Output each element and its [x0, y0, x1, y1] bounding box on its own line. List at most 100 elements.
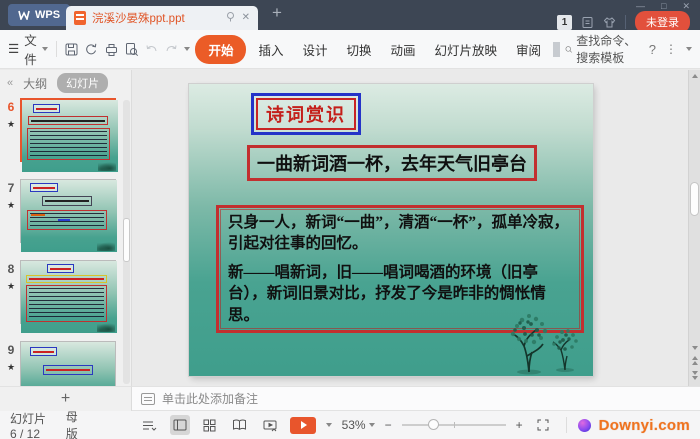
mini-highlight: [31, 214, 45, 216]
slide-canvas[interactable]: 诗词赏识 一曲新词酒一杯，去年天气旧亭台 只身一人，新词“一曲”，清酒“一杯”，…: [189, 84, 593, 376]
zoom-level[interactable]: 53%: [342, 418, 375, 432]
minimize-button[interactable]: —: [636, 2, 645, 11]
mini-slide-7: [21, 180, 117, 252]
slide-thumbnail-7[interactable]: 7 ★: [2, 179, 124, 252]
sidebar-scrollbar-thumb[interactable]: [123, 218, 130, 262]
search-label: 查找命令、搜索模板: [576, 34, 637, 65]
notes-bar[interactable]: 单击此处添加备注: [132, 386, 700, 411]
zoom-out-button[interactable]: −: [385, 419, 392, 431]
tab-animations[interactable]: 动画: [384, 35, 423, 64]
print-button[interactable]: [104, 40, 119, 58]
previous-slide-button[interactable]: [691, 356, 698, 365]
mini-body-box: [27, 128, 110, 160]
pointer-artifact: [553, 41, 560, 57]
tab-close-icon[interactable]: ✕: [242, 13, 250, 23]
master-button[interactable]: 母版: [66, 408, 82, 439]
tab-slides[interactable]: 幻灯片: [57, 73, 109, 93]
tab-slideshow[interactable]: 幻灯片放映: [428, 35, 505, 64]
scroll-up-icon[interactable]: [692, 74, 698, 78]
file-menu-label: 文件: [24, 34, 37, 67]
chevron-down-icon: [41, 47, 48, 51]
slide-nav-buttons: [689, 346, 700, 380]
tab-transitions[interactable]: 切换: [340, 35, 379, 64]
ribbon-right-cluster: 查找命令、搜索模板 ? ⋮: [565, 32, 692, 66]
wps-menu-button[interactable]: WPS: [8, 4, 71, 26]
play-options-dropdown-icon[interactable]: [325, 423, 332, 427]
tab-pin-icon[interactable]: [225, 11, 236, 25]
quick-toolbar-dropdown-icon[interactable]: [184, 47, 191, 51]
maximize-button[interactable]: □: [661, 2, 666, 11]
notes-placeholder: 单击此处添加备注: [162, 392, 259, 406]
slide-number: 7: [7, 181, 15, 195]
share-document-icon[interactable]: [581, 16, 594, 29]
document-tab[interactable]: 浣溪沙晏殊ppt.ppt ✕: [66, 6, 258, 30]
mini-highlight: [58, 219, 70, 221]
scroll-down-icon[interactable]: [691, 346, 698, 350]
save-button[interactable]: [64, 40, 79, 58]
mini-body-box: [27, 210, 107, 230]
collapse-ribbon-icon[interactable]: [686, 47, 692, 51]
mini-question-box: [42, 196, 92, 206]
reading-view-button[interactable]: [230, 415, 250, 435]
file-menu[interactable]: ☰ 文件: [8, 30, 48, 68]
slide-7-meta: 7 ★: [2, 179, 20, 243]
tab-insert[interactable]: 插入: [251, 35, 290, 64]
collapse-panel-icon[interactable]: «: [7, 77, 13, 89]
zoom-in-button[interactable]: +: [516, 419, 523, 431]
zoom-slider-thumb[interactable]: [427, 419, 439, 430]
export-button[interactable]: [84, 40, 99, 58]
more-options-icon[interactable]: ⋮: [665, 43, 677, 55]
undo-button[interactable]: [144, 40, 159, 58]
slide-title-box[interactable]: 诗词赏识: [251, 93, 361, 135]
poem-line-box[interactable]: 一曲新词酒一杯，去年天气旧亭台: [247, 145, 537, 181]
thumbnail-image[interactable]: [20, 179, 117, 252]
tab-home[interactable]: 开始: [195, 34, 247, 64]
tab-review[interactable]: 审阅: [509, 35, 548, 64]
slide-number: 9: [7, 343, 15, 357]
slideshow-setup-button[interactable]: [260, 415, 280, 435]
trees-decoration: [510, 314, 578, 375]
sidebar-scrollbar[interactable]: [123, 100, 130, 384]
slide-counter: 幻灯片 6 / 12: [10, 411, 47, 439]
add-slide-button[interactable]: +: [61, 391, 70, 407]
document-tab-title: 浣溪沙晏殊ppt.ppt: [92, 13, 185, 25]
redo-button[interactable]: [164, 40, 179, 58]
mini-slide-8: [21, 261, 117, 333]
fit-to-window-button[interactable]: [533, 415, 553, 435]
wps-app-name: WPS: [35, 9, 61, 21]
statusbar-right: Downyi.com: [563, 417, 690, 434]
zoom-controls: 53% − +: [342, 415, 553, 435]
slide-panel: « 大纲 幻灯片 6 ★ 7 ★ 8 ★ 9 ★: [0, 70, 132, 386]
mini-body-box: [26, 285, 107, 322]
editor-scrollbar-thumb[interactable]: [690, 182, 699, 216]
editor-scrollbar[interactable]: [688, 70, 700, 386]
skin-center-icon[interactable]: [603, 16, 616, 29]
thumbnail-image[interactable]: [20, 341, 116, 386]
mini-quote-box: [26, 275, 107, 283]
slide-title-text: 诗词赏识: [256, 98, 356, 130]
window-close-button[interactable]: ✕: [682, 2, 690, 11]
window-count-badge[interactable]: 1: [557, 14, 572, 30]
slide-thumbnail-9[interactable]: 9 ★: [2, 341, 124, 386]
print-preview-button[interactable]: [124, 40, 139, 58]
thumbnail-image[interactable]: [20, 98, 118, 172]
tab-outline[interactable]: 大纲: [23, 75, 47, 92]
slide-thumbnail-6[interactable]: 6 ★: [2, 98, 124, 172]
play-slideshow-button[interactable]: [289, 416, 316, 434]
slide-thumbnail-8[interactable]: 8 ★: [2, 260, 124, 333]
notes-toggle-icon[interactable]: [140, 415, 160, 435]
next-slide-button[interactable]: [691, 371, 698, 380]
slide-sorter-button[interactable]: [200, 415, 220, 435]
tab-design[interactable]: 设计: [295, 35, 334, 64]
normal-view-button[interactable]: [169, 415, 190, 435]
theme-color-icon[interactable]: [577, 418, 591, 432]
zoom-slider[interactable]: [401, 419, 506, 430]
slide-6-meta: 6 ★: [2, 98, 20, 162]
wps-logo-icon: [18, 10, 30, 20]
mini-slide-9: [21, 342, 115, 386]
slide-number: 6: [7, 100, 15, 114]
new-tab-button[interactable]: +: [272, 4, 282, 21]
help-icon[interactable]: ?: [649, 43, 656, 56]
command-search[interactable]: 查找命令、搜索模板: [565, 32, 640, 66]
thumbnail-image[interactable]: [20, 260, 117, 333]
